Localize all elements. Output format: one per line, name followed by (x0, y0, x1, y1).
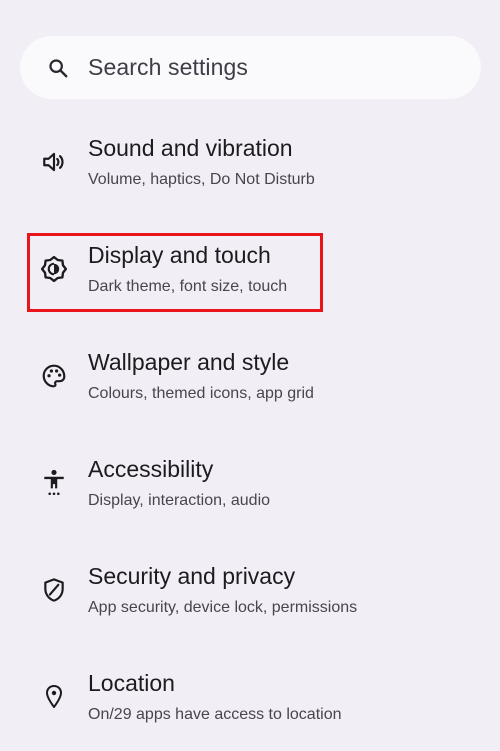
setting-title: Sound and vibration (88, 135, 293, 161)
search-icon (46, 56, 70, 80)
setting-title: Location (88, 670, 175, 696)
setting-title: Wallpaper and style (88, 349, 290, 375)
setting-title: Display and touch (88, 242, 271, 268)
setting-subtitle: App security, device lock, permissions (88, 599, 358, 616)
setting-security-and-privacy[interactable]: Security and privacy App security, devic… (0, 554, 500, 644)
setting-subtitle: Dark theme, font size, touch (88, 278, 288, 295)
volume-icon (40, 148, 68, 176)
setting-accessibility[interactable]: Accessibility Display, interaction, audi… (0, 447, 500, 537)
setting-wallpaper-and-style[interactable]: Wallpaper and style Colours, themed icon… (0, 340, 500, 430)
shield-icon (40, 576, 68, 604)
location-pin-icon (40, 683, 68, 711)
setting-location[interactable]: Location On/29 apps have access to locat… (0, 661, 500, 751)
setting-subtitle: Display, interaction, audio (88, 492, 271, 509)
search-bar[interactable]: Search settings (20, 36, 481, 99)
setting-subtitle: On/29 apps have access to location (88, 706, 342, 723)
setting-subtitle: Colours, themed icons, app grid (88, 385, 314, 402)
setting-sound-and-vibration[interactable]: Sound and vibration Volume, haptics, Do … (0, 126, 500, 216)
palette-icon (40, 362, 68, 390)
search-placeholder: Search settings (88, 54, 249, 80)
setting-subtitle: Volume, haptics, Do Not Disturb (88, 171, 315, 188)
setting-title: Accessibility (88, 456, 214, 482)
setting-title: Security and privacy (88, 563, 296, 589)
accessibility-icon (40, 469, 68, 497)
setting-display-and-touch[interactable]: Display and touch Dark theme, font size,… (0, 233, 500, 323)
brightness-icon (40, 255, 68, 283)
